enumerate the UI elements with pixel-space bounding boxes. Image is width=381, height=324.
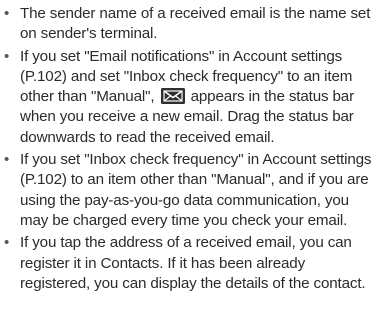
bullet: • [4,234,10,252]
note-text: If you set "Inbox check frequency" in Ac… [20,151,372,229]
bullet: • [4,5,10,22]
note-text: If you tap the address of a received ema… [20,234,366,292]
note-text: The sender name of a received email is t… [20,5,371,43]
note-check-frequency-charges: • If you set "Inbox check frequency" in … [0,150,375,231]
bullet: • [4,151,10,169]
note-register-contacts: • If you tap the address of a received e… [0,233,375,294]
note-sender-name: • The sender name of a received email is… [0,4,375,45]
bullet: • [4,47,10,65]
new-email-status-icon [160,88,185,105]
notes-list: • The sender name of a received email is… [0,0,381,294]
note-email-notifications: • If you set "Email notifications" in Ac… [0,47,375,148]
